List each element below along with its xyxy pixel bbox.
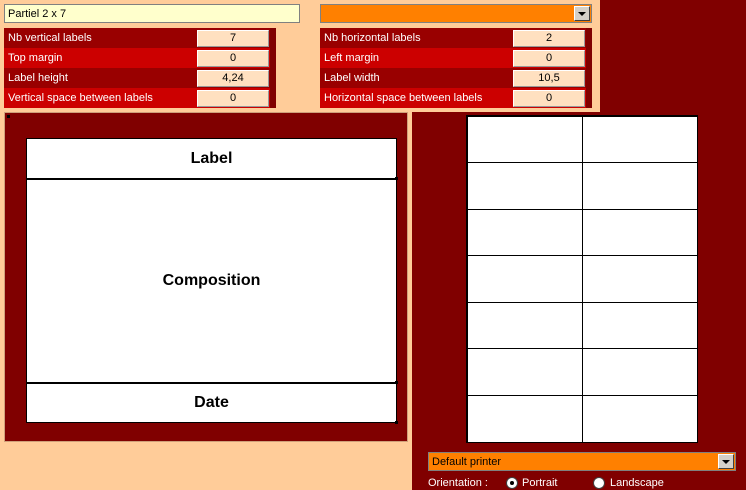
param-row-nb-horizontal: Nb horizontal labels 2 [320,28,592,48]
resize-handle[interactable] [7,115,10,118]
preview-cell [466,115,583,164]
left-margin-input[interactable]: 0 [513,50,585,67]
composition-panel: Label Composition Date [4,112,408,442]
template-select-value: Partiel 2 x 7 [8,8,67,20]
portrait-radio[interactable] [506,477,518,489]
param-row-label-height: Label height 4,24 [4,68,276,88]
preview-cell [466,162,583,210]
nb-horizontal-labels-input[interactable]: 2 [513,30,585,47]
preview-cell [581,115,698,164]
preview-cell [466,301,583,350]
preview-cell [466,255,583,303]
composition-section[interactable]: Composition [26,179,398,384]
chevron-down-icon[interactable] [574,6,590,21]
preview-cell [581,394,698,443]
model-select[interactable] [320,4,592,23]
label-section[interactable]: Label [26,138,398,180]
param-row-nb-vertical: Nb vertical labels 7 [4,28,276,48]
param-row-left-margin: Left margin 0 [320,48,592,68]
template-select[interactable]: Partiel 2 x 7 [4,4,300,23]
param-label: Nb vertical labels [8,32,92,44]
preview-cell [581,301,698,350]
param-row-top-margin: Top margin 0 [4,48,276,68]
resize-handle[interactable] [395,421,398,424]
printer-select[interactable]: Default printer [428,452,736,471]
param-label: Horizontal space between labels [324,92,483,104]
param-row-label-width: Label width 10,5 [320,68,592,88]
param-row-vertical-space: Vertical space between labels 0 [4,88,276,108]
param-label: Label width [324,72,380,84]
date-section-title: Date [194,394,229,411]
portrait-label[interactable]: Portrait [522,476,557,490]
label-section-title: Label [190,149,233,167]
preview-cell [581,255,698,303]
date-section[interactable]: Date [26,383,398,424]
landscape-label[interactable]: Landscape [610,476,664,490]
label-sheet-preview [466,115,698,443]
param-label: Left margin [324,52,380,64]
top-margin-input[interactable]: 0 [197,50,269,67]
preview-cell [466,394,583,443]
param-label: Vertical space between labels [8,92,153,104]
param-label: Top margin [8,52,63,64]
label-height-input[interactable]: 4,24 [197,70,269,87]
param-label: Label height [8,72,68,84]
preview-cell [581,208,698,257]
vertical-space-input[interactable]: 0 [197,90,269,107]
param-row-horizontal-space: Horizontal space between labels 0 [320,88,592,108]
preview-cell [581,348,698,396]
param-label: Nb horizontal labels [324,32,421,44]
preview-cell [581,162,698,210]
nb-vertical-labels-input[interactable]: 7 [197,30,269,47]
chevron-down-icon[interactable] [718,454,734,469]
label-width-input[interactable]: 10,5 [513,70,585,87]
landscape-radio[interactable] [593,477,605,489]
preview-cell [466,208,583,257]
preview-cell [466,348,583,396]
orientation-label: Orientation : [428,477,488,489]
top-right-background [600,0,746,112]
composition-section-title: Composition [162,272,261,289]
printer-select-value: Default printer [432,456,502,468]
horizontal-space-input[interactable]: 0 [513,90,585,107]
